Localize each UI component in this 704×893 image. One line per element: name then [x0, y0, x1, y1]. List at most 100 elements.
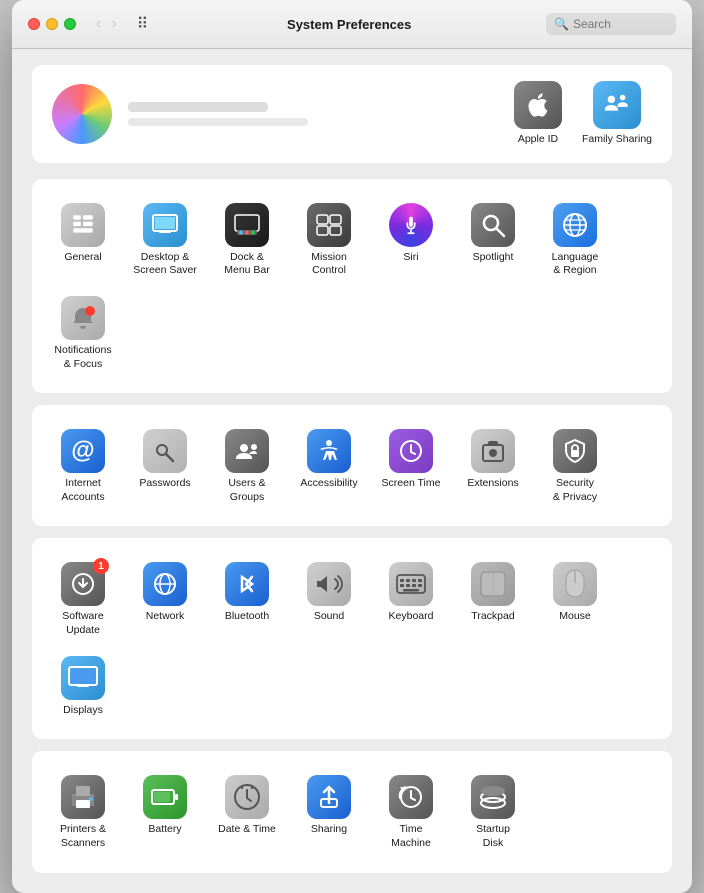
pref-users[interactable]: Users &Groups: [208, 421, 286, 510]
pref-passwords[interactable]: Passwords: [126, 421, 204, 510]
window-title: System Preferences: [160, 17, 538, 32]
pref-mouse[interactable]: Mouse: [536, 554, 614, 643]
pref-accessibility[interactable]: Accessibility: [290, 421, 368, 510]
pref-startup[interactable]: StartupDisk: [454, 767, 532, 856]
pref-keyboard[interactable]: Keyboard: [372, 554, 450, 643]
siri-icon: [389, 203, 433, 247]
trackpad-icon: [471, 562, 515, 606]
users-label: Users &Groups: [228, 477, 265, 504]
accounts-section: @ InternetAccounts Passwords: [32, 405, 672, 526]
battery-label: Battery: [148, 823, 181, 837]
pref-language[interactable]: Language& Region: [536, 195, 614, 284]
back-button[interactable]: ‹: [92, 14, 105, 34]
pref-internet[interactable]: @ InternetAccounts: [44, 421, 122, 510]
mouse-icon: [553, 562, 597, 606]
pref-siri[interactable]: Siri: [372, 195, 450, 284]
pref-notifications[interactable]: Notifications& Focus: [44, 288, 122, 377]
security-icon: [553, 429, 597, 473]
siri-label: Siri: [403, 251, 418, 265]
pref-bluetooth[interactable]: Bluetooth: [208, 554, 286, 643]
pref-software-update[interactable]: 1 SoftwareUpdate: [44, 554, 122, 643]
pref-network[interactable]: Network: [126, 554, 204, 643]
accounts-grid: @ InternetAccounts Passwords: [44, 421, 660, 510]
startup-label: StartupDisk: [476, 823, 510, 850]
hardware-section: 1 SoftwareUpdate Network: [32, 538, 672, 739]
sharing-icon: [307, 775, 351, 819]
personal-section: General Desktop &Screen Saver: [32, 179, 672, 394]
software-update-label: SoftwareUpdate: [62, 610, 103, 637]
software-update-icon: 1: [61, 562, 105, 606]
pref-displays[interactable]: Displays: [44, 648, 122, 724]
update-badge: 1: [93, 558, 109, 574]
pref-battery[interactable]: Battery: [126, 767, 204, 856]
keyboard-icon: [389, 562, 433, 606]
content-area: Apple ID Family Sharing: [12, 49, 692, 893]
pref-printers[interactable]: Printers &Scanners: [44, 767, 122, 856]
trackpad-label: Trackpad: [471, 610, 514, 624]
datetime-label: Date & Time: [218, 823, 276, 837]
pref-datetime[interactable]: Date & Time: [208, 767, 286, 856]
printers-icon: [61, 775, 105, 819]
system-preferences-window: ‹ › ⠿ System Preferences 🔍: [12, 0, 692, 893]
notifications-label: Notifications& Focus: [54, 344, 111, 371]
pref-mission[interactable]: MissionControl: [290, 195, 368, 284]
mission-label: MissionControl: [311, 251, 347, 278]
pref-extensions[interactable]: Extensions: [454, 421, 532, 510]
family-sharing-icon: [593, 81, 641, 129]
accessibility-label: Accessibility: [300, 477, 357, 491]
sound-label: Sound: [314, 610, 344, 624]
pref-screentime[interactable]: Screen Time: [372, 421, 450, 510]
pref-dock[interactable]: Dock &Menu Bar: [208, 195, 286, 284]
pref-security[interactable]: Security& Privacy: [536, 421, 614, 510]
internet-icon: @: [61, 429, 105, 473]
dock-icon: [225, 203, 269, 247]
profile-email-placeholder: [128, 118, 308, 126]
desktop-icon: [143, 203, 187, 247]
pref-spotlight[interactable]: Spotlight: [454, 195, 532, 284]
passwords-icon: [143, 429, 187, 473]
pref-sound[interactable]: Sound: [290, 554, 368, 643]
general-icon: [61, 203, 105, 247]
notifications-icon: [61, 296, 105, 340]
language-icon: [553, 203, 597, 247]
search-box: 🔍: [546, 13, 676, 35]
close-button[interactable]: [28, 18, 40, 30]
pref-general[interactable]: General: [44, 195, 122, 284]
maximize-button[interactable]: [64, 18, 76, 30]
traffic-lights: [28, 18, 76, 30]
general-label: General: [64, 251, 101, 265]
apple-id-button[interactable]: Apple ID: [514, 81, 562, 147]
sound-icon: [307, 562, 351, 606]
spotlight-icon: [471, 203, 515, 247]
users-icon: [225, 429, 269, 473]
extensions-icon: [471, 429, 515, 473]
personal-grid: General Desktop &Screen Saver: [44, 195, 660, 378]
family-sharing-button[interactable]: Family Sharing: [582, 81, 652, 147]
profile-info: [128, 102, 498, 126]
minimize-button[interactable]: [46, 18, 58, 30]
desktop-label: Desktop &Screen Saver: [133, 251, 197, 278]
internet-label: InternetAccounts: [61, 477, 104, 504]
printers-label: Printers &Scanners: [60, 823, 106, 850]
pref-desktop[interactable]: Desktop &Screen Saver: [126, 195, 204, 284]
pref-trackpad[interactable]: Trackpad: [454, 554, 532, 643]
displays-icon: [61, 656, 105, 700]
pref-sharing[interactable]: Sharing: [290, 767, 368, 856]
profile-section: Apple ID Family Sharing: [32, 65, 672, 163]
dock-label: Dock &Menu Bar: [224, 251, 270, 278]
avatar: [52, 84, 112, 144]
pref-timemachine[interactable]: TimeMachine: [372, 767, 450, 856]
profile-name-placeholder: [128, 102, 268, 112]
timemachine-label: TimeMachine: [391, 823, 431, 850]
language-label: Language& Region: [552, 251, 599, 278]
passwords-label: Passwords: [139, 477, 190, 491]
mouse-label: Mouse: [559, 610, 591, 624]
startup-icon: [471, 775, 515, 819]
grid-view-button[interactable]: ⠿: [133, 12, 153, 36]
timemachine-icon: [389, 775, 433, 819]
keyboard-label: Keyboard: [389, 610, 434, 624]
forward-button[interactable]: ›: [107, 14, 120, 34]
search-input[interactable]: [573, 17, 663, 31]
sharing-label: Sharing: [311, 823, 347, 837]
network-icon: [143, 562, 187, 606]
